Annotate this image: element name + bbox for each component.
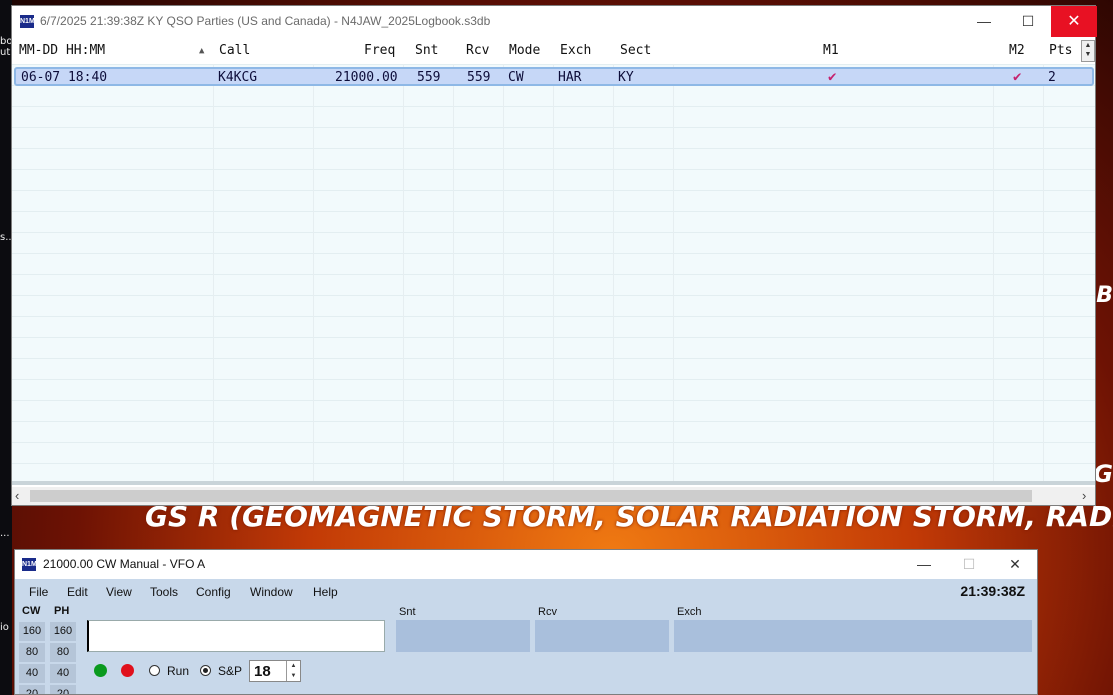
table-row[interactable]: 06-07 18:40 K4KCG 21000.00 559 559 CW HA… xyxy=(14,67,1094,86)
menu-config[interactable]: Config xyxy=(196,585,231,599)
band-button-ph[interactable]: 40 xyxy=(50,664,76,683)
close-button[interactable]: ✕ xyxy=(1051,6,1097,37)
band-button-ph[interactable]: 20 xyxy=(50,685,76,694)
entry-window: N1MM 21000.00 CW Manual - VFO A — ☐ ✕ Fi… xyxy=(14,549,1038,695)
desktop-right-glyph: G xyxy=(1093,460,1113,488)
horizontal-scrollbar[interactable]: ‹ › xyxy=(12,487,1095,505)
rcv-label: Rcv xyxy=(538,606,557,618)
column-header-pts[interactable]: Pts xyxy=(1049,43,1072,58)
grid-divider xyxy=(553,64,554,481)
logbook-titlebar[interactable]: N1MM 6/7/2025 21:39:38Z KY QSO Parties (… xyxy=(12,6,1097,37)
sort-ascending-icon: ▲ xyxy=(199,46,205,56)
run-radio[interactable] xyxy=(149,665,160,676)
cell-rcv: 559 xyxy=(467,70,491,85)
grid-divider xyxy=(503,64,504,481)
grid-divider xyxy=(403,64,404,481)
red-status-dot-icon[interactable] xyxy=(121,664,134,677)
grid-divider xyxy=(313,64,314,481)
menu-window[interactable]: Window xyxy=(250,585,293,599)
band-button-cw[interactable]: 160 xyxy=(19,622,45,641)
cell-freq: 21000.00 xyxy=(335,70,398,85)
desktop-text-fragment: io xyxy=(0,622,9,633)
menu-edit[interactable]: Edit xyxy=(67,585,88,599)
minimize-button[interactable]: — xyxy=(901,550,947,579)
cell-sect: KY xyxy=(618,70,634,85)
cell-pts: 2 xyxy=(1048,70,1056,85)
sp-radio[interactable] xyxy=(200,665,211,676)
maximize-button[interactable]: ☐ xyxy=(946,550,992,579)
run-radio-label: Run xyxy=(167,664,190,678)
column-header-rcv[interactable]: Rcv xyxy=(466,43,489,58)
rcv-field[interactable] xyxy=(535,620,669,652)
column-header-m2[interactable]: M2 xyxy=(1009,43,1025,58)
cell-call: K4KCG xyxy=(218,70,258,85)
minimize-button[interactable]: — xyxy=(961,6,1007,37)
column-header-mode[interactable]: Mode xyxy=(509,43,540,58)
cell-datetime: 06-07 18:40 xyxy=(21,70,108,85)
window-title: 6/7/2025 21:39:38Z KY QSO Parties (US an… xyxy=(40,14,491,28)
app-logo-icon: N1MM xyxy=(22,558,43,571)
band-button-cw[interactable]: 20 xyxy=(19,685,45,694)
stepper-value: 18 xyxy=(254,663,271,680)
column-header-datetime[interactable]: MM-DD HH:MM xyxy=(19,43,105,58)
vertical-scroll-arrows-icon[interactable]: ▲ ▼ xyxy=(1081,40,1095,62)
cell-snt: 559 xyxy=(417,70,441,85)
cell-exch: HAR xyxy=(558,70,582,85)
green-status-dot-icon[interactable] xyxy=(94,664,107,677)
entry-window-title: 21000.00 CW Manual - VFO A xyxy=(43,557,206,571)
menu-file[interactable]: File xyxy=(29,585,48,599)
band-button-cw[interactable]: 80 xyxy=(19,643,45,662)
snt-label: Snt xyxy=(399,606,416,618)
menu-bar: File Edit View Tools Config Window Help xyxy=(15,579,1037,603)
logbook-window: N1MM 6/7/2025 21:39:38Z KY QSO Parties (… xyxy=(11,5,1097,506)
band-button-cw[interactable]: 40 xyxy=(19,664,45,683)
grid-divider xyxy=(613,64,614,481)
column-header-sect[interactable]: Sect xyxy=(620,43,651,58)
menu-tools[interactable]: Tools xyxy=(150,585,178,599)
utc-clock: 21:39:38Z xyxy=(960,583,1025,599)
grid-bottom-separator xyxy=(12,481,1095,485)
entry-titlebar[interactable]: N1MM 21000.00 CW Manual - VFO A — ☐ ✕ xyxy=(15,550,1037,579)
column-header-snt[interactable]: Snt xyxy=(415,43,438,58)
column-header-freq[interactable]: Freq xyxy=(364,43,395,58)
column-header-m1[interactable]: M1 xyxy=(823,43,839,58)
grid-divider xyxy=(993,64,994,481)
desktop-text-fragment: ut xyxy=(0,47,11,58)
band-header-ph: PH xyxy=(54,605,70,617)
quantity-stepper[interactable]: 18 ▲ ▼ xyxy=(249,660,301,682)
scroll-left-icon[interactable]: ‹ xyxy=(15,488,19,503)
m1-check-icon: ✔ xyxy=(828,69,837,85)
column-header-exch[interactable]: Exch xyxy=(560,43,591,58)
column-header-row: MM-DD HH:MM ▲ Call Freq Snt Rcv Mode Exc… xyxy=(12,37,1082,64)
menu-help[interactable]: Help xyxy=(313,585,338,599)
cell-mode: CW xyxy=(508,70,524,85)
band-button-ph[interactable]: 80 xyxy=(50,643,76,662)
callsign-input[interactable] xyxy=(87,620,385,652)
scroll-right-icon[interactable]: › xyxy=(1082,488,1086,503)
exch-label: Exch xyxy=(677,606,702,618)
grid-divider xyxy=(673,64,674,481)
maximize-button[interactable]: ☐ xyxy=(1005,6,1051,37)
m2-check-icon: ✔ xyxy=(1013,69,1022,85)
scrollbar-thumb[interactable] xyxy=(30,490,1032,502)
grid-divider xyxy=(1043,64,1044,481)
snt-field[interactable] xyxy=(396,620,530,652)
menu-view[interactable]: View xyxy=(106,585,132,599)
band-button-ph[interactable]: 160 xyxy=(50,622,76,641)
column-header-call[interactable]: Call xyxy=(219,43,250,58)
sp-radio-label: S&P xyxy=(218,664,243,678)
grid-divider xyxy=(453,64,454,481)
grid-divider xyxy=(213,64,214,481)
desktop-text-fragment: ... xyxy=(0,528,10,539)
exch-field[interactable] xyxy=(674,620,1032,652)
stepper-arrows-icon[interactable]: ▲ ▼ xyxy=(286,661,300,681)
app-logo-icon: N1MM xyxy=(20,15,41,28)
band-header-cw: CW xyxy=(22,605,41,617)
close-button[interactable]: ✕ xyxy=(992,550,1037,579)
